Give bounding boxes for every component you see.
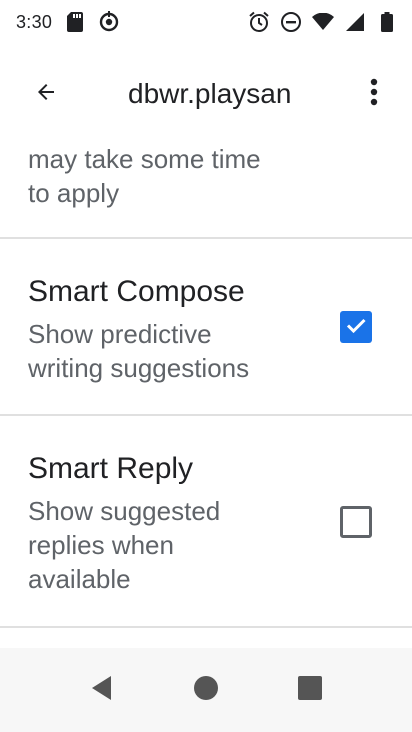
smart-compose-title: Smart Compose — [28, 275, 245, 308]
settings-item-smart-reply[interactable]: Smart Reply Show suggested replies when … — [0, 416, 412, 626]
partial-summary-line2: to apply — [28, 178, 120, 208]
battery-icon — [376, 11, 398, 33]
more-vert-icon — [370, 78, 378, 111]
smart-reply-title: Smart Reply — [28, 452, 194, 485]
nav-back-button[interactable] — [82, 670, 122, 710]
nav-home-button[interactable] — [186, 670, 226, 710]
app-bar: dbwr.playsan — [0, 44, 412, 140]
status-right — [248, 11, 398, 33]
nav-recents-button[interactable] — [290, 670, 330, 710]
smart-reply-summary-line1: Show suggested — [28, 496, 221, 526]
smart-reply-summary-line2: replies when — [28, 530, 174, 560]
settings-list: may take some time to apply Smart Compos… — [0, 140, 412, 648]
settings-item-partial[interactable]: may take some time to apply — [0, 140, 412, 238]
overflow-menu-button[interactable] — [352, 72, 396, 116]
divider — [0, 626, 412, 628]
arrow-back-icon — [34, 80, 58, 109]
do-not-disturb-icon — [280, 11, 302, 33]
sd-card-icon — [64, 11, 86, 33]
smart-compose-checkbox[interactable] — [340, 311, 372, 343]
smart-reply-summary-line3: available — [28, 564, 131, 594]
nav-home-icon — [193, 675, 219, 706]
navigation-bar — [0, 648, 412, 732]
android-screen: 3:30 dbwr.playsan may take some time to … — [0, 0, 412, 732]
partial-summary-line1: may take some time — [28, 144, 261, 174]
status-bar: 3:30 — [0, 0, 412, 44]
smart-compose-summary-line1: Show predictive — [28, 319, 212, 349]
smart-reply-checkbox[interactable] — [340, 506, 372, 538]
app-title: dbwr.playsan — [128, 78, 292, 109]
smart-compose-summary-line2: writing suggestions — [28, 353, 250, 383]
settings-item-smart-compose[interactable]: Smart Compose Show predictive writing su… — [0, 239, 412, 415]
nav-back-icon — [89, 674, 115, 707]
checkmark-icon — [344, 313, 368, 342]
status-left: 3:30 — [16, 11, 120, 33]
alarm-icon — [248, 11, 270, 33]
nav-recents-icon — [298, 675, 322, 705]
sync-circle-icon — [98, 11, 120, 33]
signal-icon — [344, 11, 366, 33]
wifi-icon — [312, 11, 334, 33]
back-button[interactable] — [24, 72, 68, 116]
status-time: 3:30 — [16, 11, 53, 32]
